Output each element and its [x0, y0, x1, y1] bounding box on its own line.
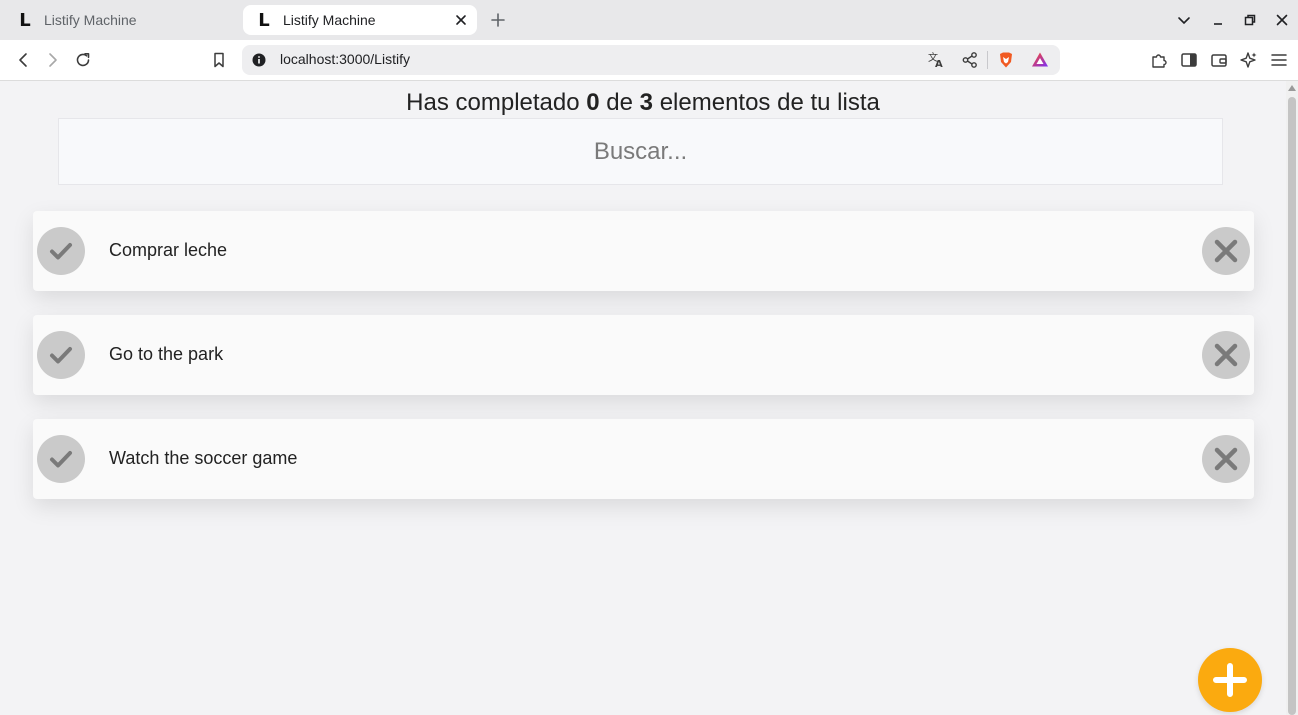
- browser-tab-1[interactable]: L Listify Machine: [10, 5, 235, 35]
- total-count: 3: [639, 89, 654, 116]
- complete-check-button[interactable]: [37, 227, 85, 275]
- page-scrollbar[interactable]: [1286, 81, 1298, 715]
- delete-todo-button[interactable]: [1202, 227, 1250, 275]
- wallet-icon[interactable]: [1209, 50, 1229, 70]
- brave-shield-icon[interactable]: [996, 50, 1016, 70]
- site-info-icon[interactable]: [252, 53, 266, 67]
- completed-count: 0: [586, 89, 600, 116]
- url-text[interactable]: localhost:3000/Listify: [280, 51, 410, 67]
- sidebar-icon[interactable]: [1179, 50, 1199, 70]
- tab-list-chevron-down-icon[interactable]: [1175, 11, 1193, 29]
- completion-counter: Has completado 0 de 3 elementos de tu li…: [0, 89, 1286, 117]
- add-plus-icon: [1213, 663, 1247, 697]
- delete-todo-button[interactable]: [1202, 331, 1250, 379]
- delete-x-icon: [1214, 239, 1238, 263]
- todo-text: Comprar leche: [109, 240, 228, 260]
- counter-middle: de: [606, 89, 633, 116]
- todo-text: Watch the soccer game: [109, 448, 298, 468]
- reload-icon[interactable]: [73, 50, 93, 70]
- counter-suffix: elementos de tu lista: [659, 89, 880, 116]
- translate-icon[interactable]: 文A: [926, 50, 946, 70]
- check-icon: [50, 451, 72, 468]
- tab-favicon-icon: L: [19, 9, 31, 31]
- address-bar[interactable]: localhost:3000/Listify 文A: [242, 45, 1060, 75]
- counter-prefix: Has completado: [406, 89, 580, 116]
- tab-title: Listify Machine: [283, 12, 376, 28]
- browser-toolbar: localhost:3000/Listify 文A: [0, 40, 1298, 81]
- menu-icon[interactable]: [1269, 50, 1289, 70]
- todo-item: Comprar leche: [33, 211, 1254, 291]
- scroll-up-arrow-icon[interactable]: [1288, 85, 1296, 91]
- delete-todo-button[interactable]: [1202, 435, 1250, 483]
- search-input[interactable]: [58, 118, 1223, 185]
- check-icon: [50, 347, 72, 364]
- todo-item: Watch the soccer game: [33, 419, 1254, 499]
- share-icon[interactable]: [960, 50, 980, 70]
- bookmark-icon[interactable]: [209, 50, 229, 70]
- window-close-icon[interactable]: [1273, 11, 1291, 29]
- tab-title: Listify Machine: [44, 12, 137, 28]
- forward-icon[interactable]: [43, 50, 63, 70]
- page-viewport: Has completado 0 de 3 elementos de tu li…: [0, 81, 1286, 715]
- extensions-icon[interactable]: [1149, 50, 1169, 70]
- browser-tab-bar: L Listify Machine L Listify Machine: [0, 0, 1298, 40]
- new-tab-plus-icon[interactable]: [488, 10, 508, 30]
- todo-text: Go to the park: [109, 344, 224, 364]
- check-icon: [50, 243, 72, 260]
- scrollbar-thumb[interactable]: [1288, 97, 1296, 715]
- add-todo-button[interactable]: [1198, 648, 1262, 712]
- browser-tab-2[interactable]: L Listify Machine: [243, 5, 477, 35]
- back-icon[interactable]: [13, 50, 33, 70]
- complete-check-button[interactable]: [37, 435, 85, 483]
- delete-x-icon: [1214, 447, 1238, 471]
- minimize-icon[interactable]: [1209, 11, 1227, 29]
- restore-icon[interactable]: [1241, 11, 1259, 29]
- todo-item: Go to the park: [33, 315, 1254, 395]
- url-divider: [987, 51, 988, 69]
- svg-text:A: A: [935, 59, 943, 70]
- tab-close-icon[interactable]: [453, 12, 469, 28]
- tab-favicon-icon: L: [258, 9, 270, 31]
- complete-check-button[interactable]: [37, 331, 85, 379]
- delete-x-icon: [1214, 343, 1238, 367]
- leo-ai-icon[interactable]: [1239, 50, 1259, 70]
- brave-rewards-icon[interactable]: [1030, 50, 1050, 70]
